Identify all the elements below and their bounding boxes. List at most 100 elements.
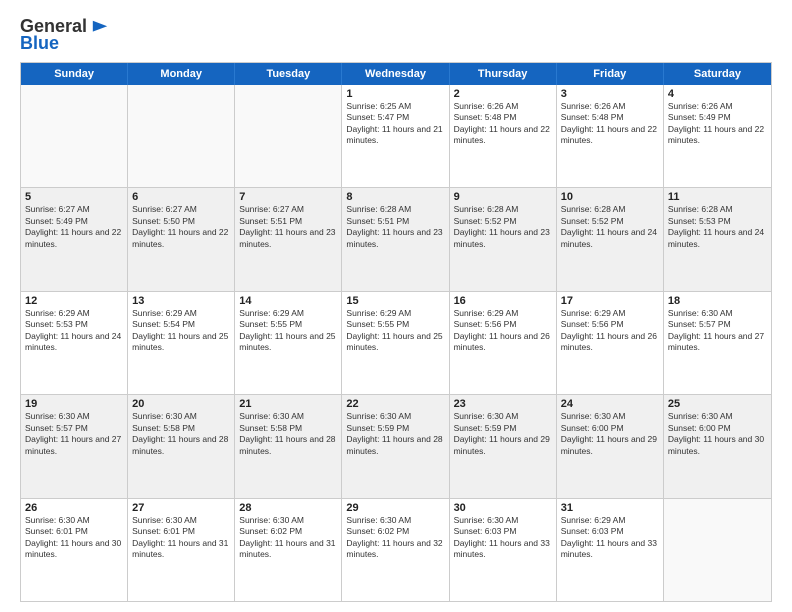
cell-info: Sunrise: 6:29 AM Sunset: 5:55 PM Dayligh…	[239, 308, 337, 354]
header-cell-monday: Monday	[128, 63, 235, 85]
empty-cell	[235, 85, 342, 187]
cell-info: Sunrise: 6:25 AM Sunset: 5:47 PM Dayligh…	[346, 101, 444, 147]
day-number: 25	[668, 398, 767, 410]
day-number: 2	[454, 88, 552, 100]
day-number: 14	[239, 295, 337, 307]
cell-info: Sunrise: 6:28 AM Sunset: 5:52 PM Dayligh…	[561, 204, 659, 250]
day-cell-11: 11Sunrise: 6:28 AM Sunset: 5:53 PM Dayli…	[664, 188, 771, 290]
cell-info: Sunrise: 6:30 AM Sunset: 5:57 PM Dayligh…	[668, 308, 767, 354]
header-cell-tuesday: Tuesday	[235, 63, 342, 85]
day-cell-3: 3Sunrise: 6:26 AM Sunset: 5:48 PM Daylig…	[557, 85, 664, 187]
day-number: 12	[25, 295, 123, 307]
cell-info: Sunrise: 6:26 AM Sunset: 5:49 PM Dayligh…	[668, 101, 767, 147]
day-cell-16: 16Sunrise: 6:29 AM Sunset: 5:56 PM Dayli…	[450, 292, 557, 394]
day-number: 20	[132, 398, 230, 410]
logo-flag-icon	[91, 19, 109, 37]
top-section: General Blue	[20, 16, 772, 54]
day-cell-26: 26Sunrise: 6:30 AM Sunset: 6:01 PM Dayli…	[21, 499, 128, 601]
day-number: 16	[454, 295, 552, 307]
day-number: 15	[346, 295, 444, 307]
day-cell-5: 5Sunrise: 6:27 AM Sunset: 5:49 PM Daylig…	[21, 188, 128, 290]
day-number: 28	[239, 502, 337, 514]
cell-info: Sunrise: 6:28 AM Sunset: 5:53 PM Dayligh…	[668, 204, 767, 250]
day-number: 22	[346, 398, 444, 410]
day-cell-14: 14Sunrise: 6:29 AM Sunset: 5:55 PM Dayli…	[235, 292, 342, 394]
cell-info: Sunrise: 6:29 AM Sunset: 5:54 PM Dayligh…	[132, 308, 230, 354]
day-cell-2: 2Sunrise: 6:26 AM Sunset: 5:48 PM Daylig…	[450, 85, 557, 187]
day-number: 11	[668, 191, 767, 203]
day-number: 27	[132, 502, 230, 514]
calendar-body: 1Sunrise: 6:25 AM Sunset: 5:47 PM Daylig…	[21, 85, 771, 601]
cell-info: Sunrise: 6:30 AM Sunset: 5:58 PM Dayligh…	[239, 411, 337, 457]
calendar-row-1: 5Sunrise: 6:27 AM Sunset: 5:49 PM Daylig…	[21, 188, 771, 291]
cell-info: Sunrise: 6:27 AM Sunset: 5:49 PM Dayligh…	[25, 204, 123, 250]
day-number: 26	[25, 502, 123, 514]
day-number: 24	[561, 398, 659, 410]
day-cell-28: 28Sunrise: 6:30 AM Sunset: 6:02 PM Dayli…	[235, 499, 342, 601]
logo: General Blue	[20, 16, 109, 54]
calendar: SundayMondayTuesdayWednesdayThursdayFrid…	[20, 62, 772, 602]
cell-info: Sunrise: 6:28 AM Sunset: 5:52 PM Dayligh…	[454, 204, 552, 250]
day-cell-23: 23Sunrise: 6:30 AM Sunset: 5:59 PM Dayli…	[450, 395, 557, 497]
cell-info: Sunrise: 6:30 AM Sunset: 6:00 PM Dayligh…	[561, 411, 659, 457]
cell-info: Sunrise: 6:26 AM Sunset: 5:48 PM Dayligh…	[454, 101, 552, 147]
cell-info: Sunrise: 6:30 AM Sunset: 5:57 PM Dayligh…	[25, 411, 123, 457]
cell-info: Sunrise: 6:30 AM Sunset: 6:02 PM Dayligh…	[239, 515, 337, 561]
day-number: 7	[239, 191, 337, 203]
cell-info: Sunrise: 6:30 AM Sunset: 6:00 PM Dayligh…	[668, 411, 767, 457]
cell-info: Sunrise: 6:30 AM Sunset: 5:59 PM Dayligh…	[346, 411, 444, 457]
day-number: 23	[454, 398, 552, 410]
cell-info: Sunrise: 6:28 AM Sunset: 5:51 PM Dayligh…	[346, 204, 444, 250]
day-number: 18	[668, 295, 767, 307]
cell-info: Sunrise: 6:30 AM Sunset: 5:58 PM Dayligh…	[132, 411, 230, 457]
cell-info: Sunrise: 6:30 AM Sunset: 6:03 PM Dayligh…	[454, 515, 552, 561]
day-cell-22: 22Sunrise: 6:30 AM Sunset: 5:59 PM Dayli…	[342, 395, 449, 497]
day-number: 3	[561, 88, 659, 100]
day-cell-1: 1Sunrise: 6:25 AM Sunset: 5:47 PM Daylig…	[342, 85, 449, 187]
day-cell-21: 21Sunrise: 6:30 AM Sunset: 5:58 PM Dayli…	[235, 395, 342, 497]
logo-blue: Blue	[20, 33, 59, 54]
empty-cell	[21, 85, 128, 187]
empty-cell	[128, 85, 235, 187]
calendar-row-2: 12Sunrise: 6:29 AM Sunset: 5:53 PM Dayli…	[21, 292, 771, 395]
calendar-header: SundayMondayTuesdayWednesdayThursdayFrid…	[21, 63, 771, 85]
day-cell-15: 15Sunrise: 6:29 AM Sunset: 5:55 PM Dayli…	[342, 292, 449, 394]
header-cell-thursday: Thursday	[450, 63, 557, 85]
day-number: 21	[239, 398, 337, 410]
day-cell-8: 8Sunrise: 6:28 AM Sunset: 5:51 PM Daylig…	[342, 188, 449, 290]
page: General Blue SundayMondayTuesdayWednesda…	[0, 0, 792, 612]
day-cell-17: 17Sunrise: 6:29 AM Sunset: 5:56 PM Dayli…	[557, 292, 664, 394]
cell-info: Sunrise: 6:30 AM Sunset: 6:01 PM Dayligh…	[25, 515, 123, 561]
day-cell-31: 31Sunrise: 6:29 AM Sunset: 6:03 PM Dayli…	[557, 499, 664, 601]
day-cell-7: 7Sunrise: 6:27 AM Sunset: 5:51 PM Daylig…	[235, 188, 342, 290]
cell-info: Sunrise: 6:30 AM Sunset: 6:02 PM Dayligh…	[346, 515, 444, 561]
day-cell-27: 27Sunrise: 6:30 AM Sunset: 6:01 PM Dayli…	[128, 499, 235, 601]
cell-info: Sunrise: 6:26 AM Sunset: 5:48 PM Dayligh…	[561, 101, 659, 147]
cell-info: Sunrise: 6:29 AM Sunset: 5:53 PM Dayligh…	[25, 308, 123, 354]
calendar-row-0: 1Sunrise: 6:25 AM Sunset: 5:47 PM Daylig…	[21, 85, 771, 188]
header-cell-sunday: Sunday	[21, 63, 128, 85]
day-cell-24: 24Sunrise: 6:30 AM Sunset: 6:00 PM Dayli…	[557, 395, 664, 497]
day-number: 17	[561, 295, 659, 307]
cell-info: Sunrise: 6:30 AM Sunset: 6:01 PM Dayligh…	[132, 515, 230, 561]
day-cell-30: 30Sunrise: 6:30 AM Sunset: 6:03 PM Dayli…	[450, 499, 557, 601]
day-cell-18: 18Sunrise: 6:30 AM Sunset: 5:57 PM Dayli…	[664, 292, 771, 394]
day-number: 29	[346, 502, 444, 514]
day-cell-4: 4Sunrise: 6:26 AM Sunset: 5:49 PM Daylig…	[664, 85, 771, 187]
day-cell-9: 9Sunrise: 6:28 AM Sunset: 5:52 PM Daylig…	[450, 188, 557, 290]
empty-cell	[664, 499, 771, 601]
day-number: 13	[132, 295, 230, 307]
header-cell-wednesday: Wednesday	[342, 63, 449, 85]
calendar-row-3: 19Sunrise: 6:30 AM Sunset: 5:57 PM Dayli…	[21, 395, 771, 498]
day-cell-6: 6Sunrise: 6:27 AM Sunset: 5:50 PM Daylig…	[128, 188, 235, 290]
day-number: 5	[25, 191, 123, 203]
day-number: 4	[668, 88, 767, 100]
cell-info: Sunrise: 6:29 AM Sunset: 5:55 PM Dayligh…	[346, 308, 444, 354]
day-cell-29: 29Sunrise: 6:30 AM Sunset: 6:02 PM Dayli…	[342, 499, 449, 601]
cell-info: Sunrise: 6:29 AM Sunset: 6:03 PM Dayligh…	[561, 515, 659, 561]
day-number: 19	[25, 398, 123, 410]
day-number: 1	[346, 88, 444, 100]
day-number: 31	[561, 502, 659, 514]
day-cell-20: 20Sunrise: 6:30 AM Sunset: 5:58 PM Dayli…	[128, 395, 235, 497]
day-cell-25: 25Sunrise: 6:30 AM Sunset: 6:00 PM Dayli…	[664, 395, 771, 497]
